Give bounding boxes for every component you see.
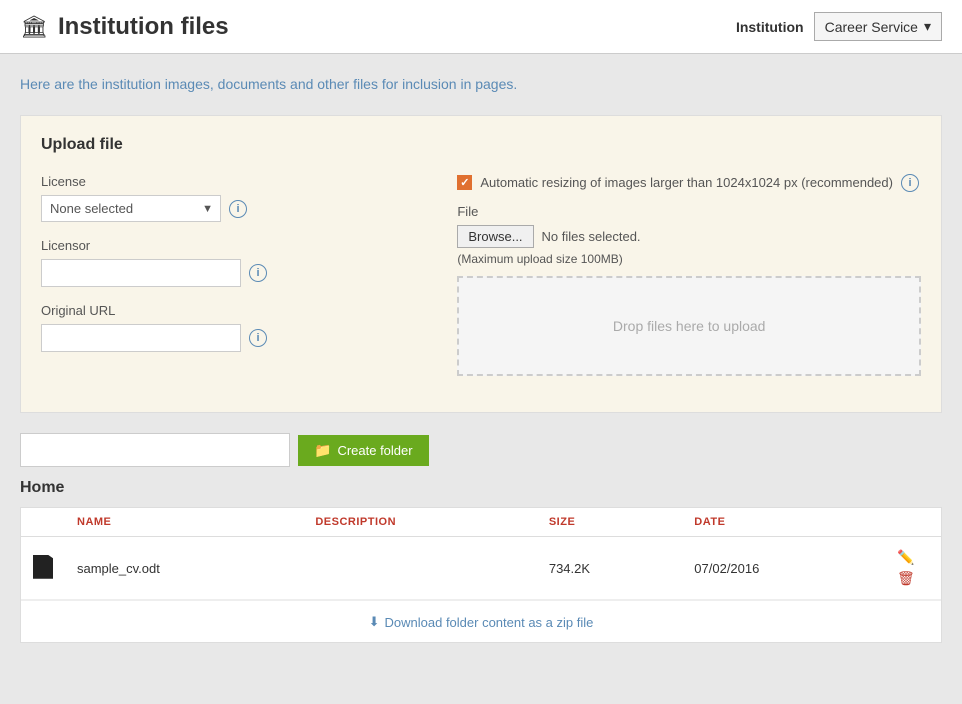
col-description: DESCRIPTION — [303, 508, 537, 537]
dropdown-arrow-icon: ▾ — [924, 18, 931, 35]
header-left: 🏛 Institution files — [20, 13, 229, 41]
header-right: Institution Career Service ▾ — [736, 12, 942, 41]
folder-row: 📁 Create folder — [20, 433, 942, 467]
delete-button[interactable]: 🗑 — [893, 568, 919, 589]
licensor-row: i — [41, 259, 427, 287]
licensor-group: Licensor i — [41, 238, 427, 287]
auto-resize-row: Automatic resizing of images larger than… — [457, 174, 921, 192]
auto-resize-text: Automatic resizing of images larger than… — [480, 174, 893, 192]
file-row: Browse... No files selected. — [457, 225, 921, 248]
upload-right: Automatic resizing of images larger than… — [457, 174, 921, 392]
files-table: NAME DESCRIPTION SIZE DATE sample_cv.odt — [21, 508, 941, 600]
page-subtitle: Here are the institution images, documen… — [20, 74, 942, 95]
original-url-label: Original URL — [41, 303, 427, 318]
folder-section: 📁 Create folder Home — [20, 433, 942, 497]
file-name: sample_cv.odt — [77, 561, 160, 576]
files-table-wrapper: NAME DESCRIPTION SIZE DATE sample_cv.odt — [20, 507, 942, 643]
upload-left: License None selected CC BY CC BY-SA CC … — [41, 174, 427, 392]
drop-zone-text: Drop files here to upload — [613, 318, 766, 334]
col-date: DATE — [682, 508, 881, 537]
file-name-cell: sample_cv.odt — [65, 537, 303, 600]
download-text: Download folder content as a zip file — [385, 615, 594, 630]
folder-name-input[interactable] — [20, 433, 290, 467]
upload-panel: Upload file License None selected CC BY … — [20, 115, 942, 413]
home-label: Home — [20, 479, 942, 497]
folder-icon: 📁 — [314, 442, 331, 459]
licensor-input[interactable] — [41, 259, 241, 287]
table-row: sample_cv.odt 734.2K 07/02/2016 — [21, 537, 941, 600]
original-url-input[interactable] — [41, 324, 241, 352]
edit-button[interactable]: ✏️ — [893, 547, 918, 568]
institution-label: Institution — [736, 19, 804, 35]
original-url-group: Original URL i — [41, 303, 427, 352]
upload-grid: License None selected CC BY CC BY-SA CC … — [41, 174, 921, 392]
upload-heading: Upload file — [41, 136, 921, 154]
licensor-label: Licensor — [41, 238, 427, 253]
col-name: NAME — [65, 508, 303, 537]
file-size: 734.2K — [549, 561, 590, 576]
page-title: Institution files — [58, 13, 229, 41]
browse-button[interactable]: Browse... — [457, 225, 533, 248]
original-url-row: i — [41, 324, 427, 352]
drop-zone[interactable]: Drop files here to upload — [457, 276, 921, 376]
license-group: License None selected CC BY CC BY-SA CC … — [41, 174, 427, 222]
col-size: SIZE — [537, 508, 682, 537]
col-icon — [21, 508, 65, 537]
edit-icon: ✏️ — [897, 549, 914, 565]
auto-resize-info-icon[interactable]: i — [901, 174, 919, 192]
institution-dropdown[interactable]: Career Service ▾ — [814, 12, 942, 41]
table-header-row: NAME DESCRIPTION SIZE DATE — [21, 508, 941, 537]
file-description-cell — [303, 537, 537, 600]
file-size-cell: 734.2K — [537, 537, 682, 600]
license-label: License — [41, 174, 427, 189]
page-header: 🏛 Institution files Institution Career S… — [0, 0, 962, 54]
license-info-icon[interactable]: i — [229, 200, 247, 218]
file-date-cell: 07/02/2016 — [682, 537, 881, 600]
max-upload-text: (Maximum upload size 100MB) — [457, 252, 921, 266]
licensor-info-icon[interactable]: i — [249, 264, 267, 282]
institution-icon: 🏛 — [20, 14, 48, 40]
create-folder-button[interactable]: 📁 Create folder — [298, 435, 429, 466]
no-file-text: No files selected. — [542, 229, 641, 244]
download-icon: ⬇ — [369, 614, 380, 630]
file-icon-cell — [21, 537, 65, 600]
institution-name: Career Service — [825, 19, 918, 35]
main-content: Here are the institution images, documen… — [0, 54, 962, 663]
download-row: ⬇ Download folder content as a zip file — [21, 600, 941, 642]
original-url-info-icon[interactable]: i — [249, 329, 267, 347]
file-type-icon — [33, 555, 53, 579]
license-select[interactable]: None selected CC BY CC BY-SA CC BY-ND CC… — [41, 195, 221, 222]
create-folder-label: Create folder — [337, 443, 412, 458]
file-label: File — [457, 204, 921, 219]
license-row: None selected CC BY CC BY-SA CC BY-ND CC… — [41, 195, 427, 222]
download-link[interactable]: ⬇ Download folder content as a zip file — [369, 614, 594, 630]
file-date: 07/02/2016 — [694, 561, 759, 576]
license-select-wrapper: None selected CC BY CC BY-SA CC BY-ND CC… — [41, 195, 221, 222]
auto-resize-checkbox[interactable] — [457, 175, 472, 190]
col-actions — [881, 508, 941, 537]
trash-icon: 🗑 — [897, 570, 915, 586]
file-group: File Browse... No files selected. (Maxim… — [457, 204, 921, 376]
file-actions-cell: ✏️ 🗑 — [881, 537, 941, 600]
